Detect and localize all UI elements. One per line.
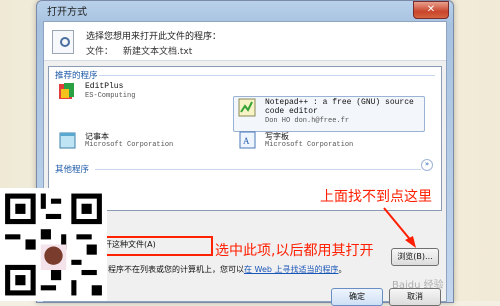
qr-code-icon xyxy=(0,188,107,301)
group-divider xyxy=(95,169,421,170)
file-line: 文件： 新建文本文档.txt xyxy=(86,44,192,57)
annotation-highlight-box xyxy=(96,236,213,256)
expand-chevron-icon[interactable]: » xyxy=(421,159,433,171)
title-bar: 打开方式 ✕ xyxy=(37,1,453,21)
not-found-text: 程序不在列表或您的计算机上，您可以在 Web 上寻找适当的程序。 xyxy=(108,264,347,275)
annotation-top-text: 上面找不到点这里 xyxy=(320,189,432,205)
group-divider xyxy=(99,75,435,76)
program-name: EditPlus xyxy=(85,82,124,91)
dialog-header: 选择您想用来打开此文件的程序： 文件： 新建文本文档.txt xyxy=(44,22,446,61)
not-found-suffix: 。 xyxy=(338,265,347,274)
file-label: 文件： xyxy=(86,47,114,57)
file-name: 新建文本文档.txt xyxy=(123,47,193,57)
notepadpp-icon xyxy=(238,98,256,117)
editplus-icon xyxy=(59,83,74,99)
notepad-icon xyxy=(59,132,76,149)
prompt-text: 选择您想用来打开此文件的程序： xyxy=(86,32,222,42)
program-name: Notepad++ : a free (GNU) source xyxy=(265,98,414,107)
other-group-label[interactable]: 其他程序 xyxy=(55,163,89,175)
close-button[interactable]: ✕ xyxy=(413,1,449,19)
program-publisher: Microsoft Corporation xyxy=(265,141,354,149)
recommended-group-label: 推荐的程序 xyxy=(55,71,98,81)
program-publisher: Microsoft Corporation xyxy=(85,141,174,149)
browse-button[interactable]: 浏览(B)... xyxy=(391,248,439,266)
program-publisher: ES-Computing xyxy=(85,92,136,100)
program-item-editplus[interactable]: EditPlus ES-Computing xyxy=(57,81,217,103)
program-name-cont: code editor xyxy=(265,107,318,116)
ok-button[interactable]: 确定 xyxy=(331,288,383,306)
web-search-link[interactable]: 在 Web 上寻找适当的程序 xyxy=(244,265,339,274)
qr-code-image xyxy=(0,188,107,301)
program-publisher: Don HO don.h@free.fr xyxy=(265,117,350,125)
svg-text:A: A xyxy=(243,136,250,146)
program-item-notepad-plus-plus[interactable]: Notepad++ : a free (GNU) source code edi… xyxy=(237,97,417,129)
annotation-bottom-text: 选中此项,以后都用其打开 xyxy=(215,243,374,259)
watermark-text: Baidu 经验 xyxy=(392,280,444,291)
not-found-prefix: 程序不在列表或您的计算机上，您可以 xyxy=(108,265,244,274)
program-item-notepad[interactable]: 记事本 Microsoft Corporation xyxy=(57,130,217,152)
search-file-icon xyxy=(52,30,74,54)
window-title: 打开方式 xyxy=(47,7,87,18)
wordpad-icon: A xyxy=(239,131,256,149)
program-item-wordpad[interactable]: A 写字板 Microsoft Corporation xyxy=(237,130,397,152)
